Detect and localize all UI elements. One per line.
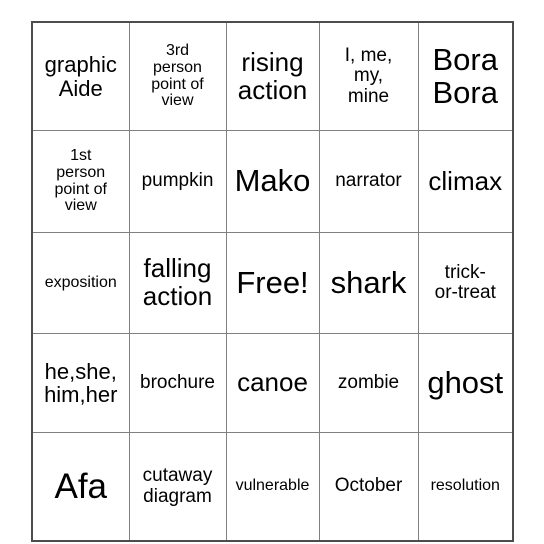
bingo-cell[interactable]: he,she, him,her: [31, 333, 130, 433]
bingo-cell[interactable]: ghost: [417, 333, 514, 433]
bingo-cell[interactable]: I, me, my, mine: [318, 21, 419, 131]
bingo-cell[interactable]: zombie: [318, 333, 419, 433]
bingo-cell[interactable]: October: [318, 432, 419, 542]
bingo-cell[interactable]: pumpkin: [128, 130, 227, 233]
bingo-cell[interactable]: vulnerable: [225, 432, 320, 542]
bingo-cell[interactable]: Afa: [31, 432, 130, 542]
bingo-free-space-cell[interactable]: Free!: [225, 232, 320, 334]
bingo-row: he,she, him,her brochure canoe zombie ghost: [31, 333, 514, 433]
bingo-cell[interactable]: narrator: [318, 130, 419, 233]
bingo-cell-label: narrator: [335, 170, 402, 192]
bingo-cell[interactable]: Mako: [225, 130, 320, 233]
bingo-cell-label: graphic Aide: [44, 52, 117, 101]
bingo-row: graphic Aide 3rd person point of view risi…: [31, 21, 514, 131]
bingo-cell-label: 3rd person point of view: [151, 41, 204, 110]
bingo-cell-label: falling action: [142, 253, 213, 311]
bingo-cell-label: canoe: [237, 367, 308, 398]
bingo-cell[interactable]: climax: [417, 130, 514, 233]
bingo-cell[interactable]: graphic Aide: [31, 21, 130, 131]
bingo-cell[interactable]: 1st person point of view: [31, 130, 130, 233]
bingo-cell-label: rising action: [237, 46, 308, 105]
bingo-cell-label: shark: [330, 264, 407, 300]
bingo-cell[interactable]: trick- or-treat: [417, 232, 514, 334]
bingo-cell[interactable]: rising action: [225, 21, 320, 131]
bingo-cell[interactable]: exposition: [31, 232, 130, 334]
bingo-row: Afa cutaway diagram vulnerable October resol…: [31, 432, 514, 542]
bingo-cell-label: cutaway diagram: [142, 465, 213, 507]
bingo-cell-label: climax: [428, 165, 503, 196]
bingo-cell[interactable]: shark: [318, 232, 419, 334]
bingo-cell-label: brochure: [140, 371, 215, 393]
bingo-cell-label: resolution: [430, 477, 500, 495]
bingo-row: exposition falling action Free! shark trick-…: [31, 232, 514, 334]
bingo-cell-label: he,she, him,her: [44, 358, 118, 407]
bingo-cell-label: Mako: [234, 163, 311, 199]
bingo-cell-label: Bora Bora: [432, 41, 498, 110]
bingo-cell-label: trick- or-treat: [434, 261, 496, 303]
bingo-cell-label: Afa: [54, 466, 108, 506]
bingo-cell-label: October: [334, 475, 403, 497]
bingo-cell[interactable]: falling action: [128, 232, 227, 334]
bingo-cell[interactable]: 3rd person point of view: [128, 21, 227, 131]
bingo-cell[interactable]: brochure: [128, 333, 227, 433]
bingo-card-grid: graphic Aide 3rd person point of view risi…: [31, 21, 514, 542]
bingo-cell[interactable]: canoe: [225, 333, 320, 433]
bingo-card-container: graphic Aide 3rd person point of view risi…: [31, 21, 514, 542]
bingo-cell[interactable]: cutaway diagram: [128, 432, 227, 542]
bingo-cell[interactable]: resolution: [417, 432, 514, 542]
bingo-cell-label: ghost: [427, 364, 504, 400]
bingo-cell-label: exposition: [44, 273, 117, 291]
bingo-cell-label: zombie: [337, 371, 400, 393]
bingo-cell-label: Free!: [236, 264, 309, 300]
bingo-row: 1st person point of view pumpkin Mako narra…: [31, 130, 514, 233]
bingo-cell[interactable]: Bora Bora: [417, 21, 514, 131]
bingo-cell-label: pumpkin: [141, 170, 214, 192]
bingo-cell-label: 1st person point of view: [54, 146, 107, 215]
bingo-cell-label: vulnerable: [235, 477, 310, 495]
bingo-cell-label: I, me, my, mine: [344, 45, 393, 107]
